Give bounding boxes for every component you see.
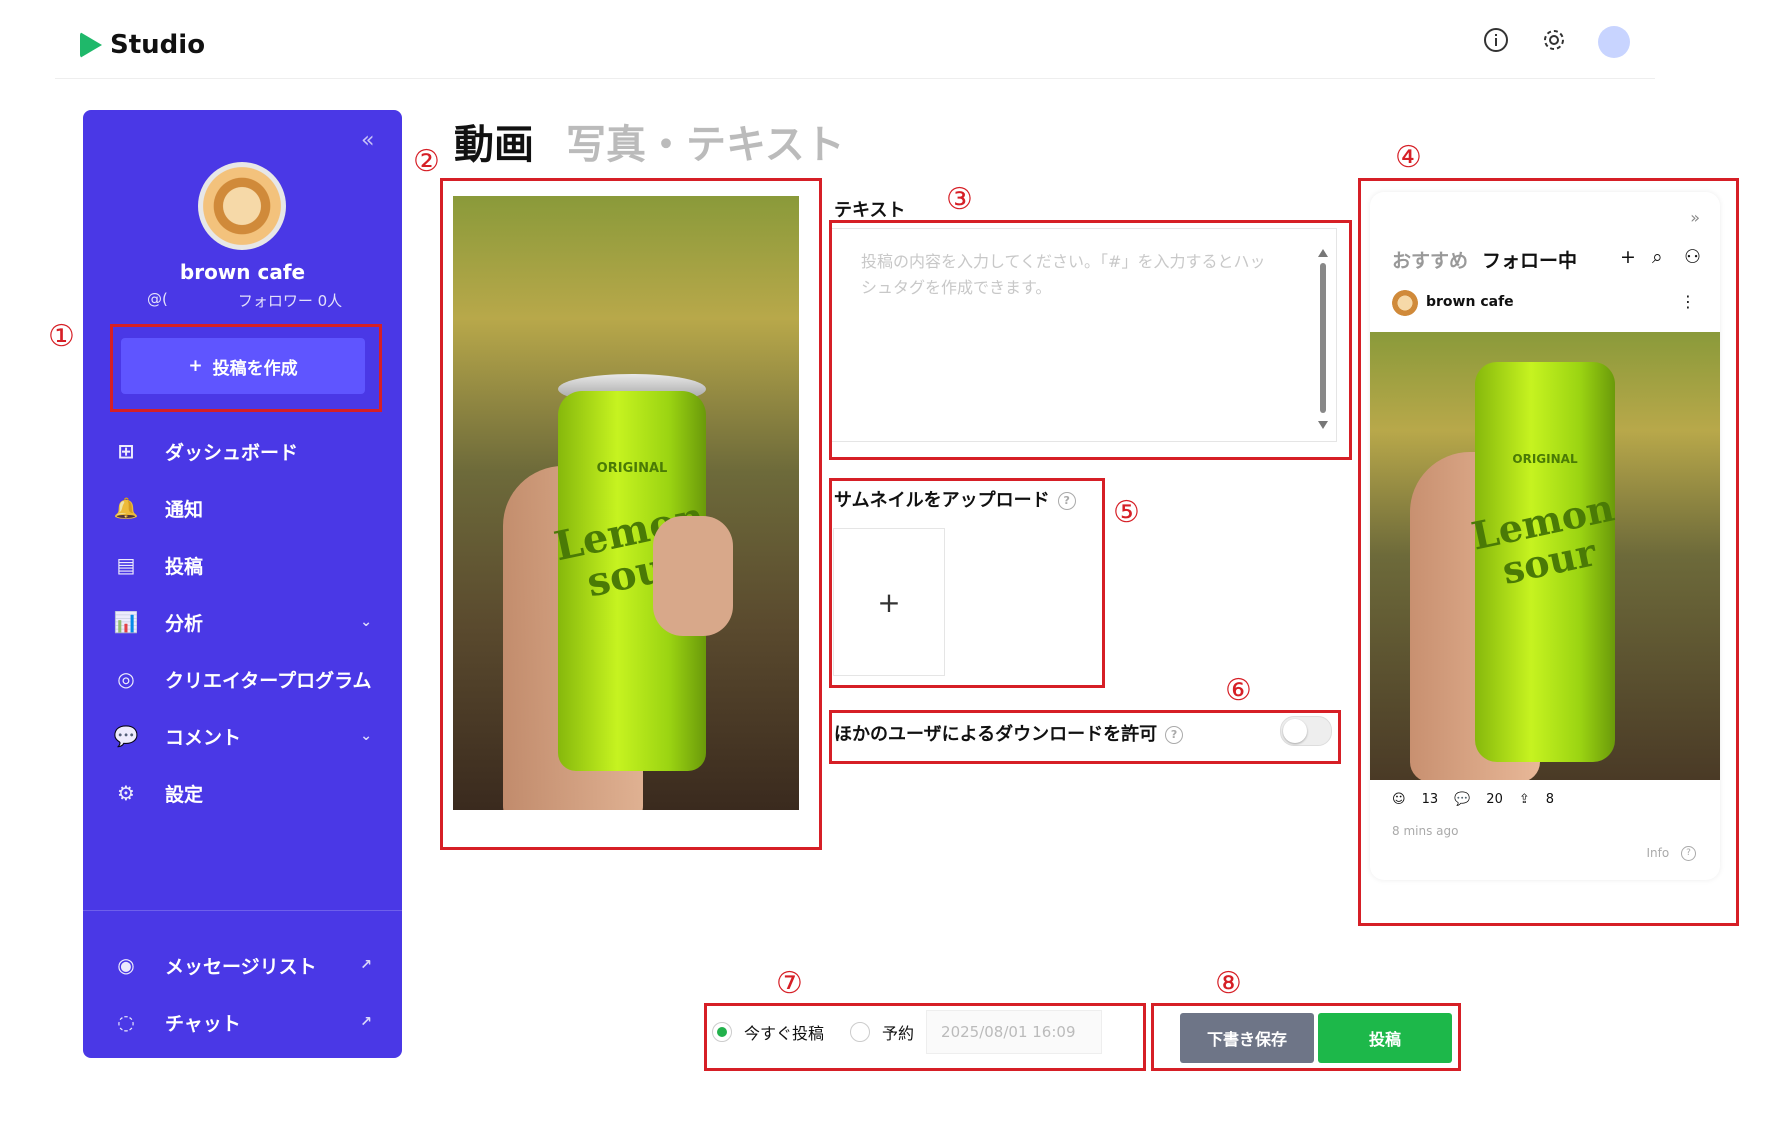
profile-avatar (198, 162, 286, 250)
chat-icon: ◌ (117, 1010, 135, 1034)
sidebar-item-label: メッセージリスト (165, 955, 317, 978)
sidebar-item-analytics[interactable]: 📊 分析 ⌄ (83, 597, 402, 647)
annotation-1: ① (48, 319, 75, 354)
profile-followers: フォロワー 0人 (237, 292, 343, 310)
annotation-7: ⑦ (776, 966, 803, 1001)
sidebar-item-label: 分析 (165, 612, 204, 635)
annotation-box-4 (1358, 178, 1739, 926)
profile-meta: @( フォロワー 0人 (147, 290, 387, 311)
document-icon: ▤ (116, 553, 136, 577)
annotation-3: ③ (946, 182, 973, 217)
annotation-4: ④ (1395, 140, 1422, 175)
sidebar-item-creator-program[interactable]: ◎ クリエイタープログラム (83, 654, 402, 704)
sidebar-item-label: チャット (165, 1012, 241, 1035)
annotation-box-5 (829, 478, 1105, 688)
annotation-box-1 (110, 324, 382, 412)
bell-icon: 🔔 (113, 496, 139, 520)
gear-icon[interactable] (1540, 26, 1568, 54)
tab-photo-text[interactable]: 写真・テキスト (566, 112, 845, 170)
profile-name: brown cafe (179, 260, 306, 284)
external-link-icon: ↗ (360, 957, 372, 973)
annotation-8: ⑧ (1215, 966, 1242, 1001)
sidebar: « brown cafe @( フォロワー 0人 + 投稿を作成 ⊞ ダッシュボ… (83, 110, 402, 1058)
coin-icon: ◎ (117, 667, 135, 691)
sidebar-item-posts[interactable]: ▤ 投稿 (83, 540, 402, 590)
top-bar (0, 0, 1790, 80)
sidebar-item-label: コメント (165, 726, 242, 749)
sidebar-item-label: 投稿 (165, 555, 204, 578)
app-title: Studio (110, 30, 206, 60)
external-link-icon: ↗ (360, 1014, 372, 1030)
text-label: テキスト (834, 200, 906, 221)
annotation-5: ⑤ (1113, 495, 1140, 530)
tab-video[interactable]: 動画 (454, 112, 534, 170)
sidebar-item-settings[interactable]: ⚙ 設定 (83, 768, 402, 818)
grid-icon: ⊞ (117, 439, 135, 463)
annotation-6: ⑥ (1225, 673, 1252, 708)
user-avatar[interactable] (1598, 26, 1630, 58)
bar-chart-icon: 📊 (113, 610, 139, 634)
annotation-box-3 (829, 220, 1352, 460)
profile-handle: @( (147, 290, 168, 308)
broadcast-icon: ◉ (117, 953, 135, 977)
comment-icon: 💬 (113, 724, 139, 748)
sidebar-item-label: 設定 (165, 783, 204, 806)
chevron-down-icon[interactable]: ⌄ (360, 728, 372, 744)
sidebar-item-notifications[interactable]: 🔔 通知 (83, 483, 402, 533)
header-divider (55, 78, 1655, 79)
annotation-box-7 (704, 1003, 1146, 1071)
play-logo-icon (80, 32, 102, 58)
sidebar-divider (83, 910, 402, 911)
sidebar-item-comments[interactable]: 💬 コメント ⌄ (83, 711, 402, 761)
info-icon[interactable] (1482, 26, 1510, 54)
studio-logo[interactable]: Studio (80, 30, 205, 60)
sidebar-item-label: クリエイタープログラム (165, 669, 372, 692)
annotation-box-6 (829, 710, 1341, 764)
annotation-box-8 (1151, 1003, 1461, 1071)
gear-icon: ⚙ (117, 781, 135, 805)
sidebar-item-chat[interactable]: ◌ チャット ↗ (83, 997, 402, 1047)
annotation-2: ② (413, 144, 440, 179)
sidebar-item-label: 通知 (165, 498, 204, 521)
collapse-icon[interactable]: « (361, 128, 374, 153)
annotation-box-2 (440, 178, 822, 850)
sidebar-item-dashboard[interactable]: ⊞ ダッシュボード (83, 426, 402, 476)
sidebar-item-label: ダッシュボード (165, 441, 299, 464)
sidebar-item-message-list[interactable]: ◉ メッセージリスト ↗ (83, 940, 402, 990)
chevron-down-icon[interactable]: ⌄ (360, 614, 372, 630)
